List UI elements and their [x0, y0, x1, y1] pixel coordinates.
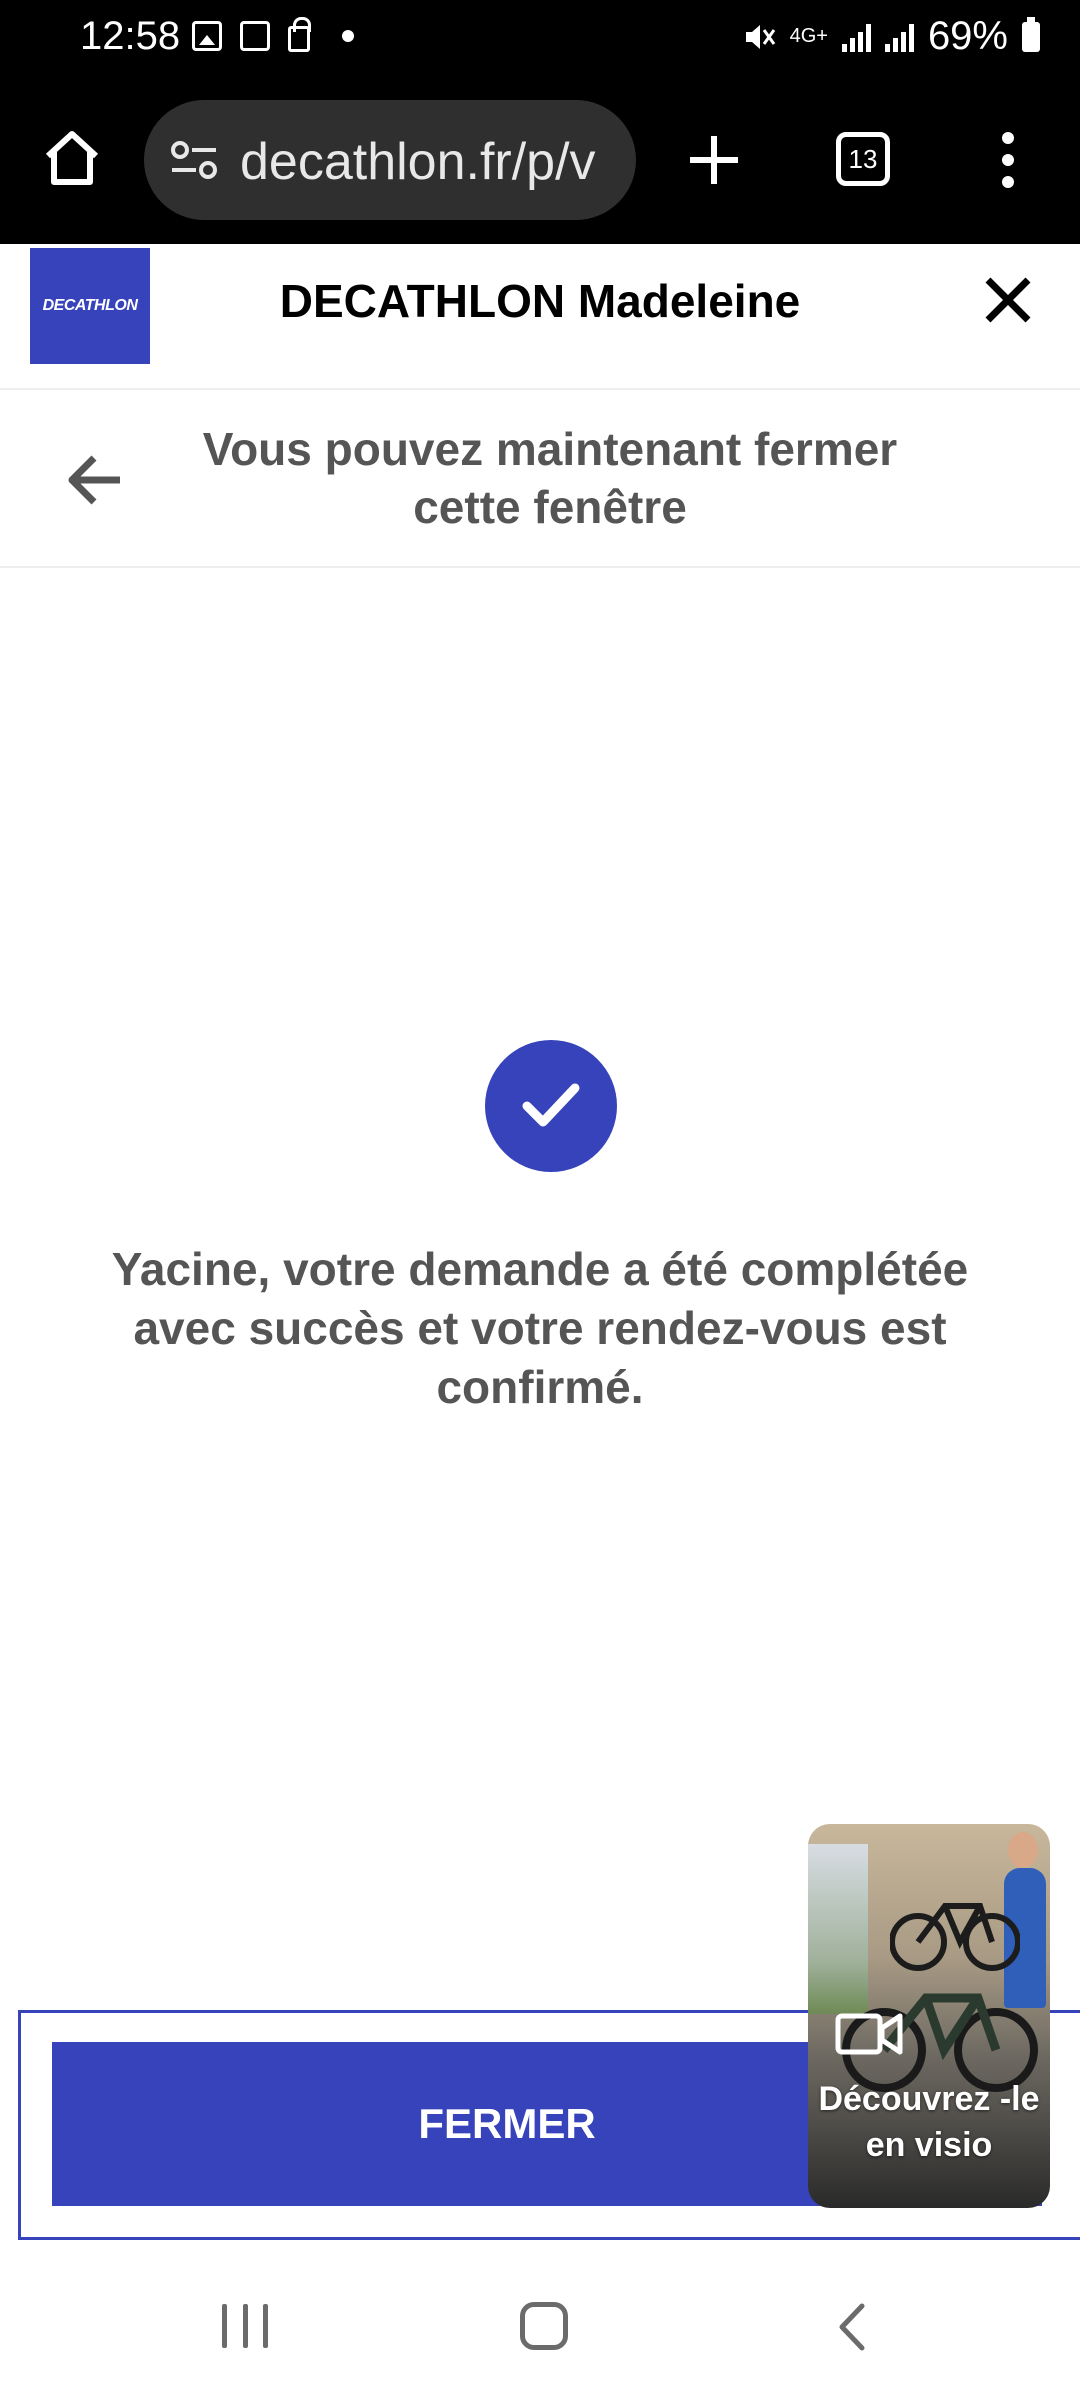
signal-icon-2	[884, 22, 914, 52]
close-button-label: FERMER	[418, 2100, 596, 2147]
lock-icon	[288, 17, 311, 52]
status-bar: 12:58 4G+ 69%	[0, 0, 1080, 80]
browser-toolbar: decathlon.fr/p/v 13	[0, 80, 1080, 244]
success-check-icon	[485, 1040, 617, 1172]
address-bar[interactable]: decathlon.fr/p/v	[144, 100, 636, 220]
battery-icon	[1022, 16, 1040, 52]
video-camera-icon	[835, 2013, 903, 2055]
page-header: DECATHLON DECATHLON Madeleine	[0, 244, 1080, 390]
confirmation-message: Yacine, votre demande a été complétée av…	[111, 1243, 969, 1413]
nav-home-icon[interactable]	[520, 2302, 568, 2350]
tabs-icon[interactable]: 13	[836, 132, 890, 186]
notification-dot-icon	[342, 30, 354, 42]
url-text: decathlon.fr/p/v	[240, 133, 596, 191]
status-icons-right: 4G+ 69%	[742, 14, 1040, 59]
recent-apps-icon[interactable]	[222, 2304, 268, 2350]
menu-icon[interactable]	[1000, 130, 1016, 190]
subheader: Vous pouvez maintenant fermer cette fenê…	[0, 390, 1080, 568]
status-time: 12:58	[80, 14, 181, 58]
home-icon[interactable]	[40, 126, 104, 190]
battery-percent: 69%	[927, 14, 1008, 58]
video-widget[interactable]: Découvrez -le en visio	[808, 1824, 1050, 2208]
bike-icon	[890, 1903, 1020, 1971]
store-title: DECATHLON Madeleine	[279, 275, 801, 327]
close-icon[interactable]	[980, 272, 1036, 328]
back-arrow-icon[interactable]	[62, 452, 126, 508]
nav-back-icon[interactable]	[832, 2302, 872, 2352]
screen-record-icon	[240, 21, 270, 51]
video-thumbnail-person-head	[1008, 1832, 1038, 1868]
new-tab-icon[interactable]	[684, 130, 744, 190]
signal-icon	[841, 22, 871, 52]
network-type: 4G+	[789, 25, 828, 47]
status-icons-left	[192, 17, 354, 52]
video-widget-label: Découvrez -le en visio	[818, 2080, 1040, 2164]
site-settings-icon[interactable]	[170, 140, 218, 180]
mute-icon	[745, 24, 775, 49]
subheader-title: Vous pouvez maintenant fermer cette fenê…	[202, 423, 898, 533]
system-nav-bar	[0, 2260, 1080, 2400]
tab-count: 13	[848, 143, 878, 174]
gallery-icon	[192, 21, 222, 51]
